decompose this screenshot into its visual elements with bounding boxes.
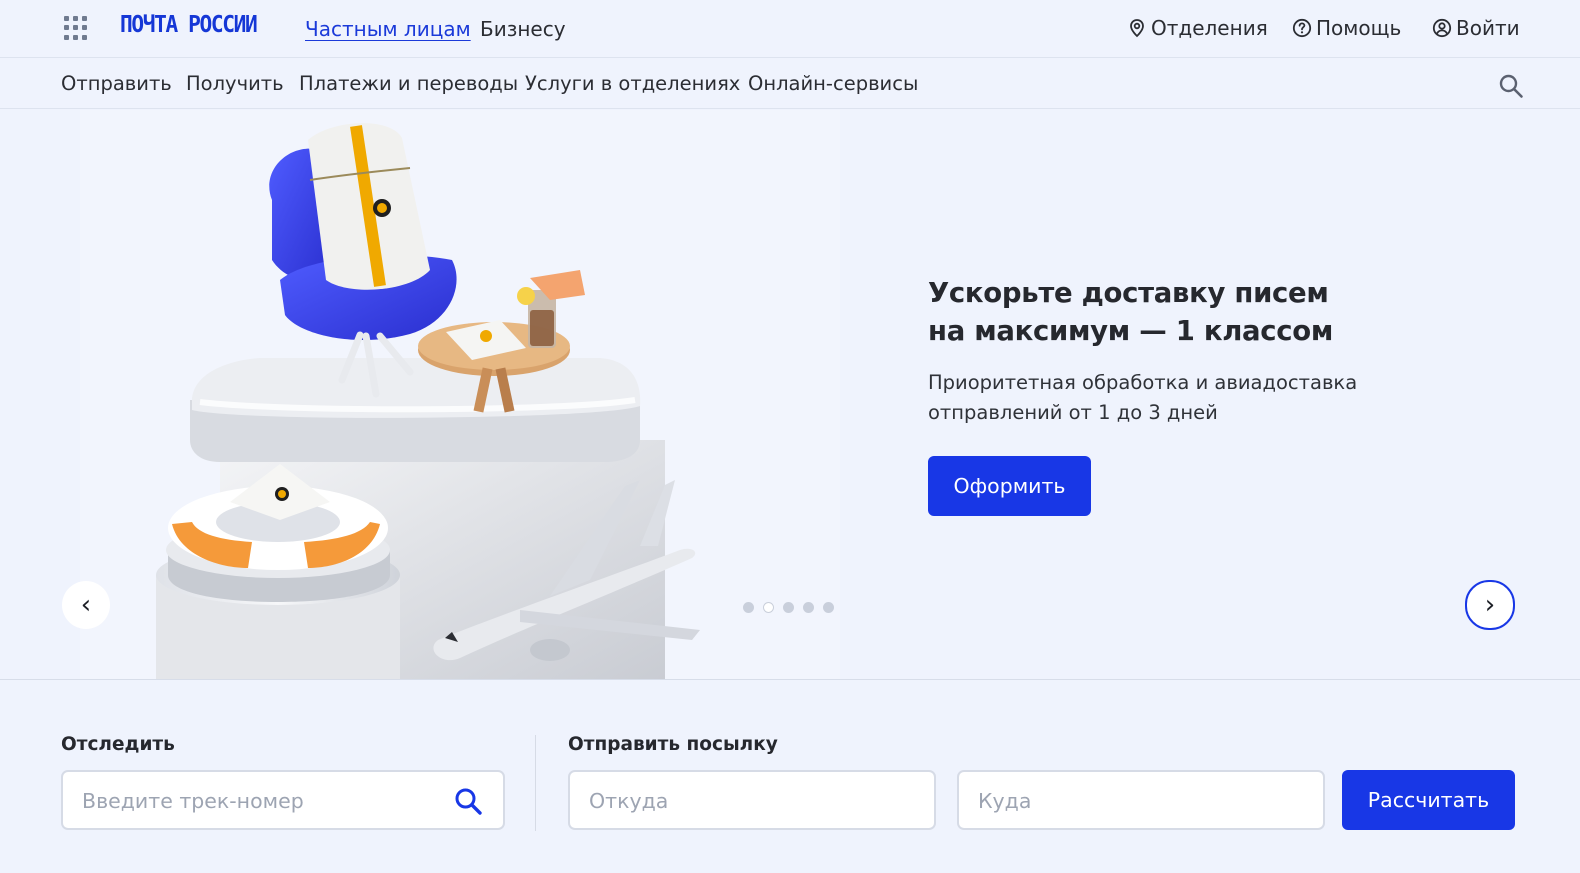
location-pin-icon <box>1130 19 1144 38</box>
hero-order-button[interactable]: Оформить <box>928 456 1091 516</box>
to-input[interactable]: Куда <box>957 770 1325 830</box>
logo[interactable]: ПОЧТА РОССИИ <box>120 12 258 38</box>
carousel-next-button[interactable]: › <box>1465 580 1515 630</box>
carousel-dot[interactable] <box>803 602 814 613</box>
hero-illustration <box>80 110 840 679</box>
hero-subtitle: Приоритетная обработка и авиадоставка от… <box>928 368 1388 428</box>
user-circle-icon <box>1432 18 1452 38</box>
hero-subtitle-line-2: отправлений от 1 до 3 дней <box>928 401 1218 424</box>
login-label: Войти <box>1456 16 1520 40</box>
to-placeholder: Куда <box>978 789 1032 813</box>
hero-title-line-2: на максимум — 1 классом <box>928 315 1334 347</box>
segment-private[interactable]: Частным лицам <box>305 17 471 41</box>
search-icon[interactable] <box>453 786 483 816</box>
carousel-dot[interactable] <box>823 602 834 613</box>
from-input[interactable]: Откуда <box>568 770 936 830</box>
offices-label: Отделения <box>1151 16 1268 40</box>
login-link[interactable]: Войти <box>1432 16 1520 40</box>
hero-subtitle-line-1: Приоритетная обработка и авиадоставка <box>928 371 1358 394</box>
carousel-dot[interactable] <box>743 602 754 613</box>
nav-item-office-services[interactable]: Услуги в отделениях <box>525 72 740 95</box>
form-divider <box>535 735 536 831</box>
help-link[interactable]: Помощь <box>1292 16 1401 40</box>
apps-grid-icon[interactable] <box>64 16 88 40</box>
offices-link[interactable]: Отделения <box>1127 16 1268 40</box>
carousel-prev-button[interactable]: ‹ <box>62 581 110 629</box>
hero-title: Ускорьте доставку писем на максимум — 1 … <box>928 274 1388 350</box>
nav-item-receive[interactable]: Получить <box>186 72 284 95</box>
carousel-dot[interactable] <box>783 602 794 613</box>
send-parcel-label: Отправить посылку <box>568 734 778 755</box>
top-header: ПОЧТА РОССИИ Частным лицам Бизнесу Отдел… <box>0 0 1580 58</box>
from-placeholder: Откуда <box>589 789 669 813</box>
nav-item-payments[interactable]: Платежи и переводы <box>299 72 518 95</box>
help-circle-icon <box>1292 18 1312 38</box>
hero-title-line-1: Ускорьте доставку писем <box>928 277 1329 309</box>
search-icon[interactable] <box>1498 73 1524 99</box>
calculate-button[interactable]: Рассчитать <box>1342 770 1515 830</box>
nav-item-online-services[interactable]: Онлайн-сервисы <box>748 72 918 95</box>
carousel-dot-active[interactable] <box>763 602 774 613</box>
hero-carousel: Ускорьте доставку писем на максимум — 1 … <box>0 110 1580 680</box>
main-nav: Отправить Получить Платежи и переводы Ус… <box>0 58 1580 109</box>
segment-business[interactable]: Бизнесу <box>480 17 566 41</box>
track-placeholder: Введите трек-номер <box>82 789 304 813</box>
track-label: Отследить <box>61 734 175 755</box>
carousel-pagination <box>743 602 834 613</box>
track-input[interactable]: Введите трек-номер <box>61 770 505 830</box>
help-label: Помощь <box>1316 16 1402 40</box>
nav-item-send[interactable]: Отправить <box>61 72 172 95</box>
